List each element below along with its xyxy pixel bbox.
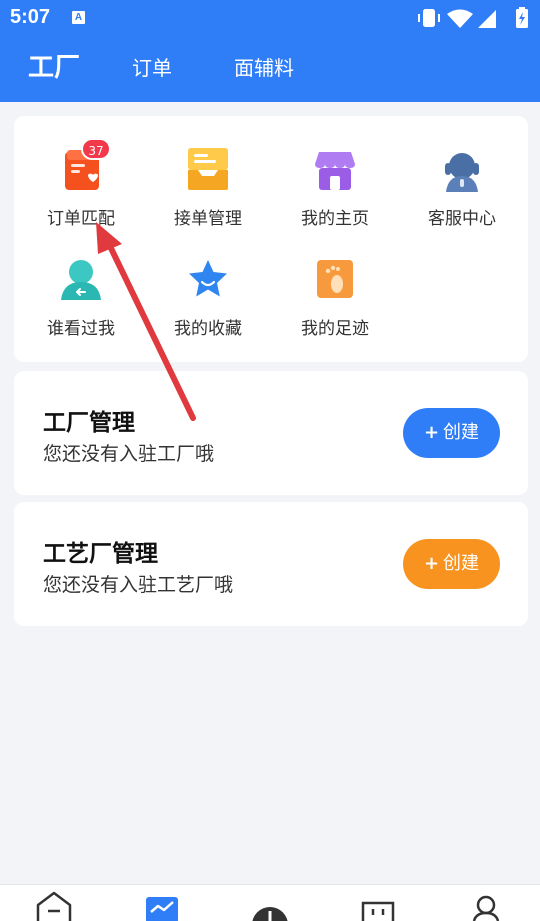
status-bar: 5:07 A [0,0,540,36]
top-tabs: 工厂 订单 面辅料 [0,50,540,90]
craft-management-title: 工艺厂管理 [43,541,158,567]
create-button-label: 创建 [443,553,480,574]
bottom-navigation [0,884,540,921]
order-tray-icon [188,148,228,190]
grid-item-label: 订单匹配 [47,209,115,229]
feature-grid-card: 37 订单匹配 接单管理 我的主页 客服中心 谁看过我 我的收藏 我的足迹 [14,116,528,362]
factory-management-title: 工厂管理 [43,410,135,436]
visitor-icon [61,260,101,300]
favorite-star-icon [189,260,227,297]
shop-icon [315,152,355,190]
craft-factory-management-card: 工艺厂管理 您还没有入驻工艺厂哦 + 创建 [14,502,528,626]
wifi-icon [447,9,473,28]
profile-icon[interactable] [464,885,508,921]
create-factory-button[interactable]: + 创建 [403,408,500,458]
factory-management-card: 工厂管理 您还没有入驻工厂哦 + 创建 [14,371,528,495]
home-icon[interactable] [32,885,76,921]
grid-item-order-match[interactable]: 37 订单匹配 [17,138,145,248]
store-icon[interactable] [356,885,400,921]
order-match-badge: 37 [81,138,111,160]
chart-icon[interactable] [140,885,184,921]
grid-item-customer-service[interactable]: 客服中心 [398,148,526,248]
status-time: 5:07 [10,6,51,28]
grid-item-label: 接单管理 [174,209,242,229]
notification-a-icon: A [72,11,85,24]
create-craft-factory-button[interactable]: + 创建 [403,539,500,589]
signal-icon [478,10,496,28]
status-icons [418,7,528,28]
tab-factory[interactable]: 工厂 [28,50,80,86]
factory-management-desc: 您还没有入驻工厂哦 [43,443,215,465]
grid-item-my-homepage[interactable]: 我的主页 [271,148,399,248]
grid-item-label: 我的主页 [301,209,369,229]
grid-item-my-footprint[interactable]: 我的足迹 [271,258,399,358]
vibrate-icon [418,9,440,27]
footprint-icon [317,260,353,298]
tab-orders[interactable]: 订单 [132,50,172,86]
tab-materials[interactable]: 面辅料 [234,50,294,86]
grid-item-label: 我的收藏 [174,319,242,339]
grid-item-order-management[interactable]: 接单管理 [144,148,272,248]
customer-service-icon [445,153,479,192]
grid-item-my-favorites[interactable]: 我的收藏 [144,258,272,358]
battery-charging-icon [516,7,528,28]
grid-item-who-viewed-me[interactable]: 谁看过我 [17,258,145,358]
grid-item-label: 我的足迹 [301,319,369,339]
create-button-label: 创建 [443,422,480,443]
grid-item-label: 客服中心 [428,209,496,229]
app-header: 5:07 A 工厂 订单 面辅料 [0,0,540,102]
craft-management-desc: 您还没有入驻工艺厂哦 [43,574,234,596]
plus-icon: + [423,553,440,574]
plus-icon: + [423,422,440,443]
add-icon[interactable] [248,885,292,921]
grid-item-label: 谁看过我 [47,319,115,339]
